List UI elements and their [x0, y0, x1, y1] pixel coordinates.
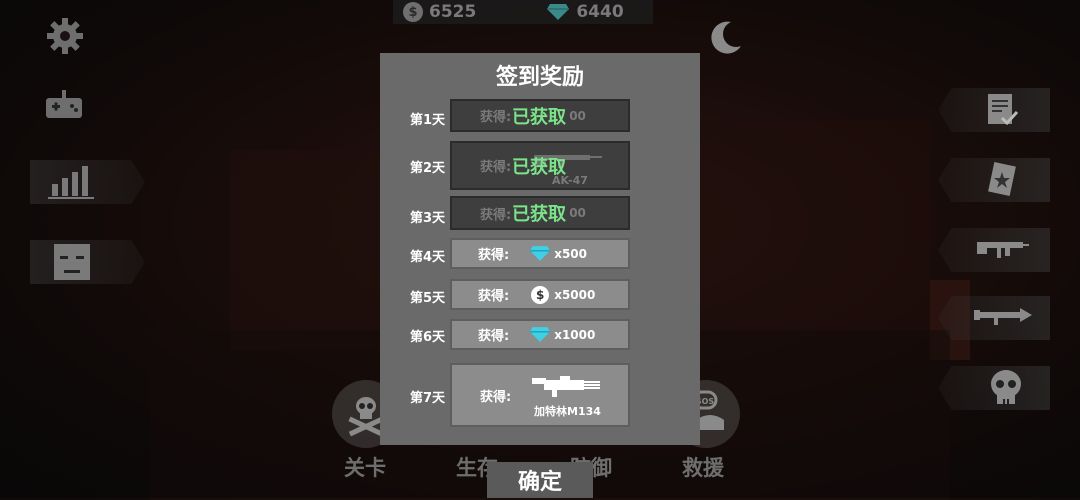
mode-levels-label[interactable]: 关卡	[344, 452, 386, 482]
coin-balance: $ 6525	[403, 2, 476, 22]
claimed-badge: 已获取	[512, 204, 566, 225]
day-5-reward[interactable]: 获得: $ x5000	[450, 279, 630, 310]
day-6-reward[interactable]: 获得: x1000	[450, 319, 630, 350]
day-3-reward: 获得: 00 已获取	[450, 196, 630, 230]
day-4-label: 第4天	[410, 250, 446, 265]
moon-icon[interactable]	[705, 18, 745, 58]
dollar-coin-icon: $	[403, 2, 423, 22]
diamond-icon	[530, 327, 551, 342]
bar-chart-icon	[48, 166, 94, 199]
gain-label: 获得:	[480, 389, 512, 405]
gain-label: 获得:	[480, 207, 512, 223]
gem-amount: 6440	[576, 2, 624, 22]
assault-rifle-icon	[977, 242, 1029, 258]
card-star-icon	[988, 162, 1016, 196]
gain-label: 获得:	[480, 110, 512, 125]
currency-bar: $ 6525 6440	[393, 0, 653, 24]
day-5-label: 第5天	[410, 291, 446, 306]
day-4-amount: x500	[554, 246, 587, 261]
day-1-amount: 00	[569, 108, 586, 123]
day-7-label: 第7天	[410, 391, 446, 406]
day-7-item-name: 加特林M134	[534, 405, 601, 418]
claimed-badge: 已获取	[512, 106, 566, 128]
blocky-face-icon	[54, 244, 90, 280]
day-5-amount: x5000	[554, 287, 596, 302]
dollar-coin-icon: $	[531, 285, 550, 304]
checklist-icon	[988, 94, 1019, 126]
gamepad-icon[interactable]	[44, 88, 84, 122]
day-1-label: 第1天	[410, 113, 446, 128]
signin-reward-dialog: 签到奖励 第1天 获得: 00 已获取 第2天 获得: AK-47 已获取 第3…	[380, 53, 700, 445]
minigun-icon	[532, 376, 600, 397]
confirm-button[interactable]: 确定	[487, 462, 593, 498]
settings-gear-icon[interactable]	[45, 16, 85, 56]
mode-rescue-label[interactable]: 救援	[682, 452, 724, 482]
gain-label: 获得:	[478, 248, 510, 263]
day-6-amount: x1000	[554, 327, 596, 342]
claimed-badge: 已获取	[512, 156, 566, 178]
gain-label: 获得:	[478, 289, 510, 304]
diamond-icon	[530, 246, 551, 261]
rocket-launcher-icon	[974, 308, 1032, 325]
day-3-amount: 00	[569, 206, 586, 220]
gem-balance: 6440	[546, 2, 624, 22]
skull-icon	[991, 370, 1021, 404]
coin-amount: 6525	[429, 2, 477, 22]
day-2-reward: 获得: AK-47 已获取	[450, 141, 630, 190]
dialog-title: 签到奖励	[495, 65, 584, 90]
gain-label: 获得:	[478, 329, 510, 344]
day-7-reward[interactable]: 获得: 加特林M134	[450, 363, 630, 427]
day-3-label: 第3天	[410, 211, 446, 226]
day-2-label: 第2天	[410, 161, 446, 176]
day-6-label: 第6天	[410, 330, 446, 345]
day-1-reward: 获得: 00 已获取	[450, 99, 630, 132]
gain-label: 获得:	[480, 160, 512, 175]
diamond-icon	[547, 4, 570, 20]
day-4-reward[interactable]: 获得: x500	[450, 238, 630, 269]
